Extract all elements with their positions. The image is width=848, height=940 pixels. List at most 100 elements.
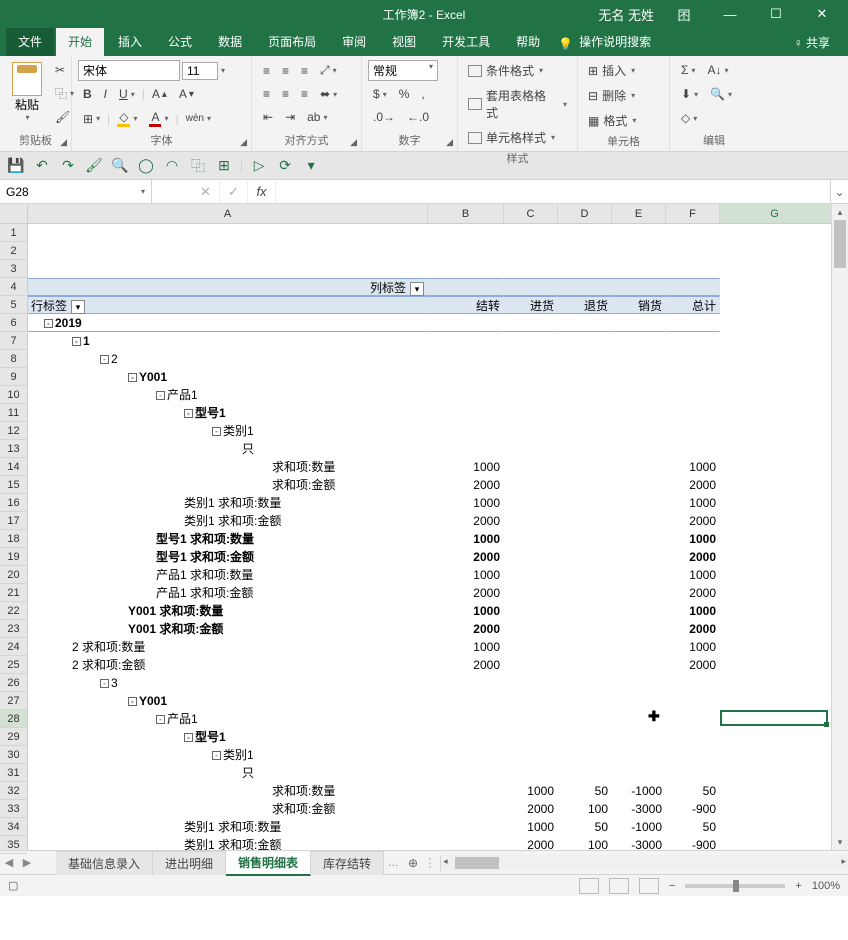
- cell[interactable]: [558, 674, 612, 692]
- percent-button[interactable]: %: [394, 84, 415, 104]
- vertical-scrollbar[interactable]: ▴ ▾: [831, 204, 848, 850]
- table-row[interactable]: 产品1 求和项:金额20002000: [28, 584, 831, 602]
- cell[interactable]: [428, 674, 504, 692]
- row-header[interactable]: 15: [0, 476, 27, 494]
- table-row[interactable]: 行标签▾结转进货退货销货总计: [28, 296, 831, 314]
- cell[interactable]: 2 求和项:数量: [28, 638, 428, 656]
- cell[interactable]: [504, 710, 558, 728]
- tab-file[interactable]: 文件: [6, 28, 54, 56]
- row-header[interactable]: 1: [0, 224, 27, 242]
- align-center-button[interactable]: ≡: [277, 84, 294, 104]
- cell[interactable]: [558, 368, 612, 386]
- cell[interactable]: [558, 314, 612, 332]
- cell[interactable]: [428, 350, 504, 368]
- cell[interactable]: [558, 746, 612, 764]
- table-row[interactable]: -型号1: [28, 404, 831, 422]
- cell[interactable]: [720, 584, 830, 602]
- cell[interactable]: [504, 242, 558, 260]
- zoom-in-button[interactable]: +: [795, 880, 801, 892]
- cell[interactable]: [666, 422, 720, 440]
- sheet-tab-more-icon[interactable]: …: [384, 857, 402, 869]
- align-middle-button[interactable]: ≡: [277, 61, 294, 81]
- cell[interactable]: [504, 692, 558, 710]
- row-header[interactable]: 7: [0, 332, 27, 350]
- row-header[interactable]: 18: [0, 530, 27, 548]
- table-row[interactable]: -型号1: [28, 728, 831, 746]
- collapse-icon[interactable]: -: [128, 373, 137, 382]
- cell[interactable]: [666, 350, 720, 368]
- cell[interactable]: [720, 296, 830, 314]
- cell[interactable]: [558, 584, 612, 602]
- row-header[interactable]: 3: [0, 260, 27, 278]
- cell[interactable]: [428, 314, 504, 332]
- collapse-icon[interactable]: -: [44, 319, 53, 328]
- cell[interactable]: [612, 530, 666, 548]
- cell[interactable]: [504, 512, 558, 530]
- cell[interactable]: [558, 332, 612, 350]
- cell[interactable]: [720, 728, 830, 746]
- cell[interactable]: [720, 782, 830, 800]
- cell[interactable]: [612, 584, 666, 602]
- cell[interactable]: [612, 728, 666, 746]
- cell[interactable]: [558, 476, 612, 494]
- cell[interactable]: [504, 494, 558, 512]
- table-row[interactable]: Y001 求和项:金额20002000: [28, 620, 831, 638]
- zoom-icon[interactable]: 🔍: [110, 156, 130, 176]
- cell[interactable]: [504, 368, 558, 386]
- ribbon-display-button[interactable]: 囨: [668, 5, 700, 24]
- circle-icon[interactable]: ◯: [136, 156, 156, 176]
- cell[interactable]: [428, 710, 504, 728]
- dialog-launcher-icon[interactable]: ◢: [350, 137, 357, 148]
- customize-qat-icon[interactable]: ▾: [301, 156, 321, 176]
- row-header[interactable]: 10: [0, 386, 27, 404]
- cell[interactable]: 2000: [428, 620, 504, 638]
- cell[interactable]: [504, 440, 558, 458]
- collapse-icon[interactable]: -: [156, 715, 165, 724]
- table-row[interactable]: 列标签▾: [28, 278, 831, 296]
- cell[interactable]: [612, 602, 666, 620]
- cell[interactable]: 50: [666, 782, 720, 800]
- cell[interactable]: [558, 260, 612, 278]
- table-format-button[interactable]: 套用表格格式▾: [464, 85, 571, 123]
- cell[interactable]: 2000: [504, 800, 558, 818]
- delete-cells-button[interactable]: ⊟删除▾: [584, 85, 639, 106]
- borders-button[interactable]: ⊞▾: [78, 109, 105, 129]
- cell[interactable]: [558, 656, 612, 674]
- cell[interactable]: [666, 404, 720, 422]
- cell[interactable]: [666, 710, 720, 728]
- cell[interactable]: [612, 638, 666, 656]
- col-header-b[interactable]: B: [428, 204, 504, 223]
- cell[interactable]: [666, 242, 720, 260]
- cell[interactable]: [720, 368, 830, 386]
- font-size-combo[interactable]: 11: [182, 62, 218, 80]
- cell[interactable]: 只: [28, 764, 428, 782]
- cell[interactable]: -1000: [612, 818, 666, 836]
- cell[interactable]: 产品1 求和项:数量: [28, 566, 428, 584]
- cell[interactable]: [428, 782, 504, 800]
- table-row[interactable]: 产品1 求和项:数量10001000: [28, 566, 831, 584]
- cell[interactable]: [720, 530, 830, 548]
- cell[interactable]: [428, 386, 504, 404]
- cell[interactable]: [28, 242, 428, 260]
- cell[interactable]: [558, 440, 612, 458]
- cell[interactable]: -Y001: [28, 692, 428, 710]
- cell[interactable]: [612, 458, 666, 476]
- macro-icon[interactable]: ▷: [249, 156, 269, 176]
- cell[interactable]: [504, 224, 558, 242]
- cell[interactable]: 类别1 求和项:数量: [28, 818, 428, 836]
- table-row[interactable]: 求和项:金额2000100-3000-900: [28, 800, 831, 818]
- cell[interactable]: [558, 638, 612, 656]
- cell[interactable]: [720, 638, 830, 656]
- collapse-icon[interactable]: -: [184, 409, 193, 418]
- font-name-combo[interactable]: 宋体: [78, 60, 180, 81]
- cell[interactable]: -类别1: [28, 746, 428, 764]
- align-left-button[interactable]: ≡: [258, 84, 275, 104]
- tab-insert[interactable]: 插入: [106, 28, 154, 56]
- dialog-launcher-icon[interactable]: ◢: [446, 137, 453, 148]
- dialog-launcher-icon[interactable]: ◢: [240, 137, 247, 148]
- row-header[interactable]: 17: [0, 512, 27, 530]
- cell[interactable]: 求和项:数量: [28, 782, 428, 800]
- tab-help[interactable]: 帮助: [504, 28, 552, 56]
- conditional-format-button[interactable]: 条件格式▾: [464, 60, 547, 81]
- maximize-button[interactable]: ☐: [760, 6, 792, 22]
